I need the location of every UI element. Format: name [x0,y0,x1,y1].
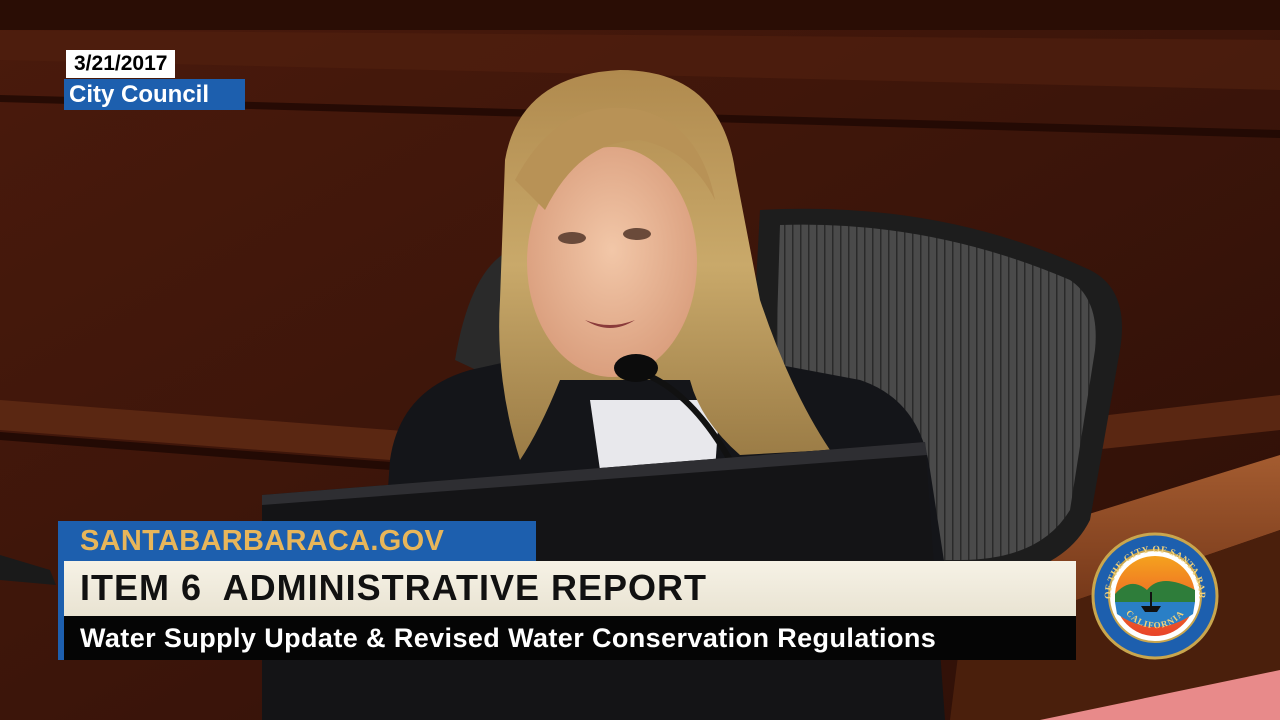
city-seal-logo: SEAL OF THE CITY OF SANTA BARBARA CALIFO… [1091,532,1219,660]
item-title-bar: ITEM 6 ADMINISTRATIVE REPORT [58,561,1076,616]
left-eye [558,232,586,244]
item-title: ITEM 6 ADMINISTRATIVE REPORT [80,567,708,608]
top-molding [0,0,1280,30]
date-label: 3/21/2017 [66,50,176,78]
item-description: Water Supply Update & Revised Water Cons… [80,623,937,653]
microphone-head [614,354,658,382]
white-blouse [590,400,720,470]
item-description-bar: Water Supply Update & Revised Water Cons… [58,616,1076,660]
right-eye [623,228,651,240]
channel-label: City Council [64,79,245,110]
website-label: SANTABARBARACA.GOV [58,521,536,561]
